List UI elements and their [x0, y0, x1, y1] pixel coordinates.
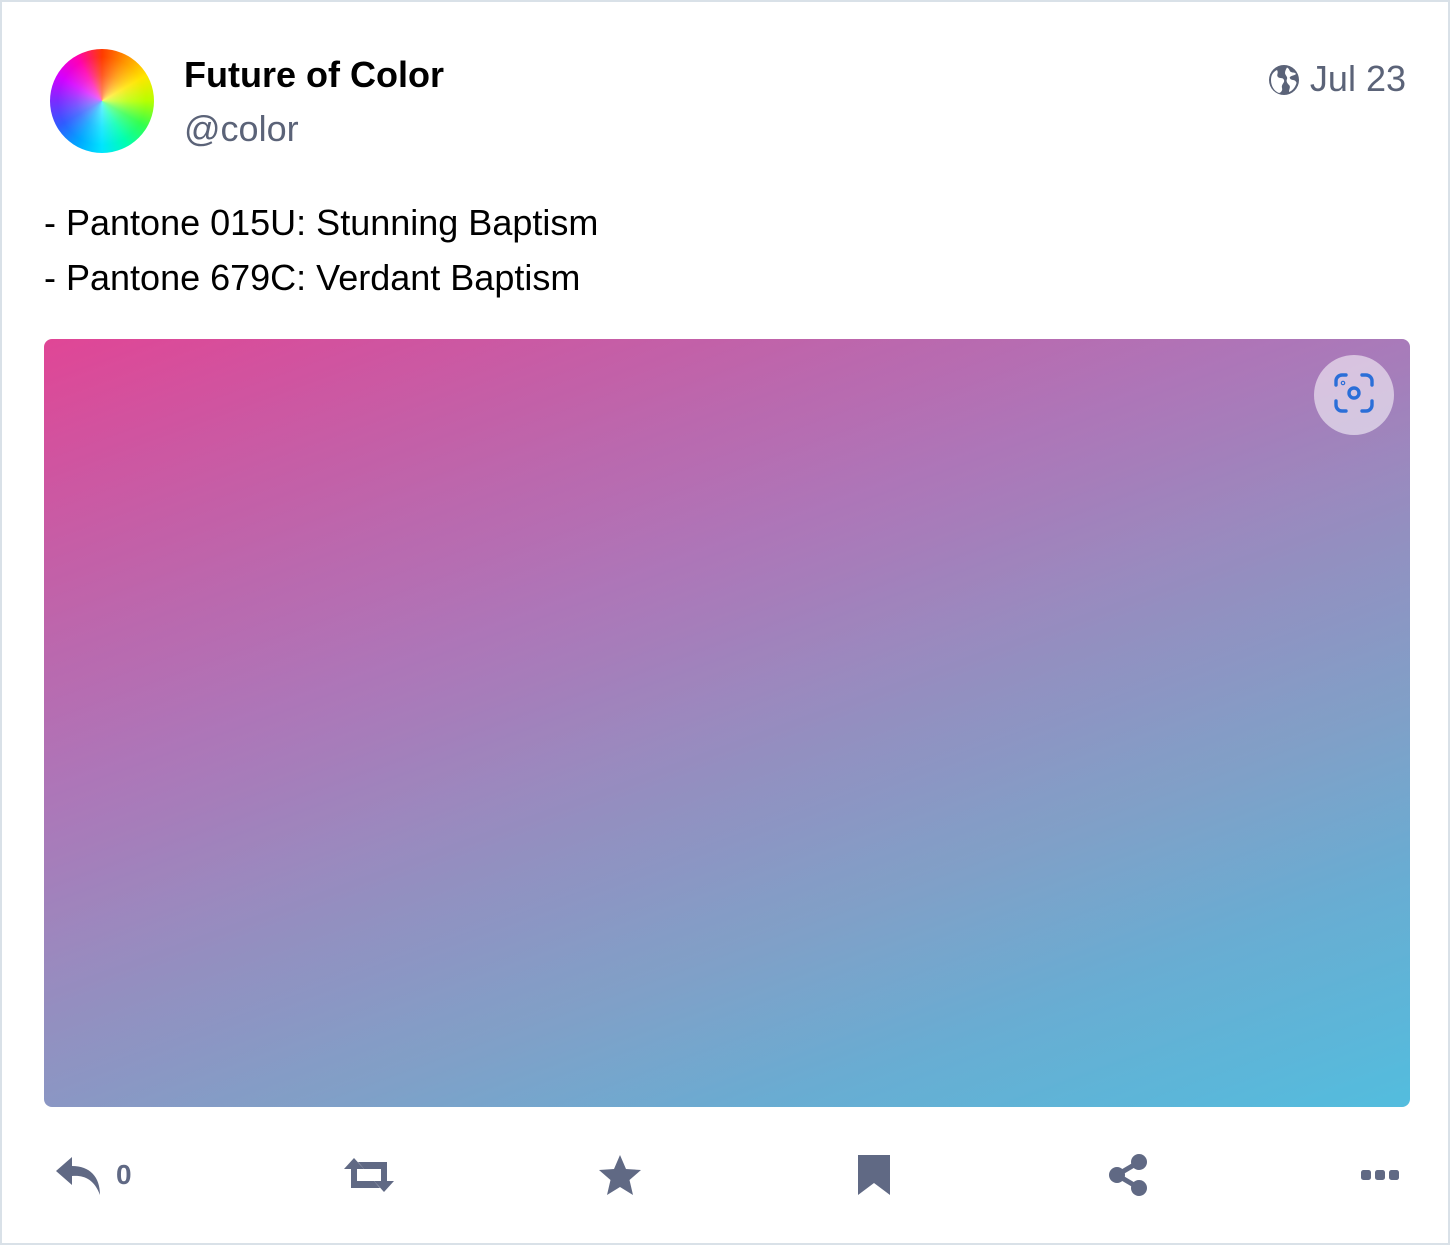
post-date[interactable]: Jul 23 [1310, 58, 1406, 100]
more-button[interactable] [1360, 1152, 1400, 1198]
more-icon [1360, 1167, 1400, 1183]
bookmark-icon [856, 1153, 892, 1197]
post-card: Future of Color @color Jul 23 - Pantone … [0, 0, 1450, 1245]
author-handle[interactable]: @color [184, 108, 299, 150]
content-line: - Pantone 679C: Verdant Baptism [44, 257, 581, 298]
globe-icon [1268, 63, 1300, 95]
bookmark-button[interactable] [856, 1152, 892, 1198]
text-recognition-icon [1332, 371, 1376, 420]
favourite-button[interactable] [597, 1152, 643, 1198]
content-line: - Pantone 015U: Stunning Baptism [44, 202, 599, 243]
reply-button[interactable]: 0 [54, 1152, 132, 1198]
boost-icon [342, 1155, 396, 1195]
share-icon [1106, 1153, 1150, 1197]
author-display-name[interactable]: Future of Color [184, 54, 444, 96]
star-icon [597, 1153, 643, 1197]
post-content: - Pantone 015U: Stunning Baptism - Panto… [44, 195, 598, 305]
avatar[interactable] [50, 49, 154, 153]
text-recognition-button[interactable] [1314, 355, 1394, 435]
reply-icon [54, 1153, 102, 1197]
share-button[interactable] [1106, 1152, 1150, 1198]
media-attachment[interactable] [44, 339, 1410, 1107]
reply-count: 0 [116, 1159, 132, 1190]
post-meta: Jul 23 [1268, 58, 1406, 100]
post-actions: 0 [54, 1152, 1400, 1202]
boost-button[interactable] [342, 1152, 396, 1198]
